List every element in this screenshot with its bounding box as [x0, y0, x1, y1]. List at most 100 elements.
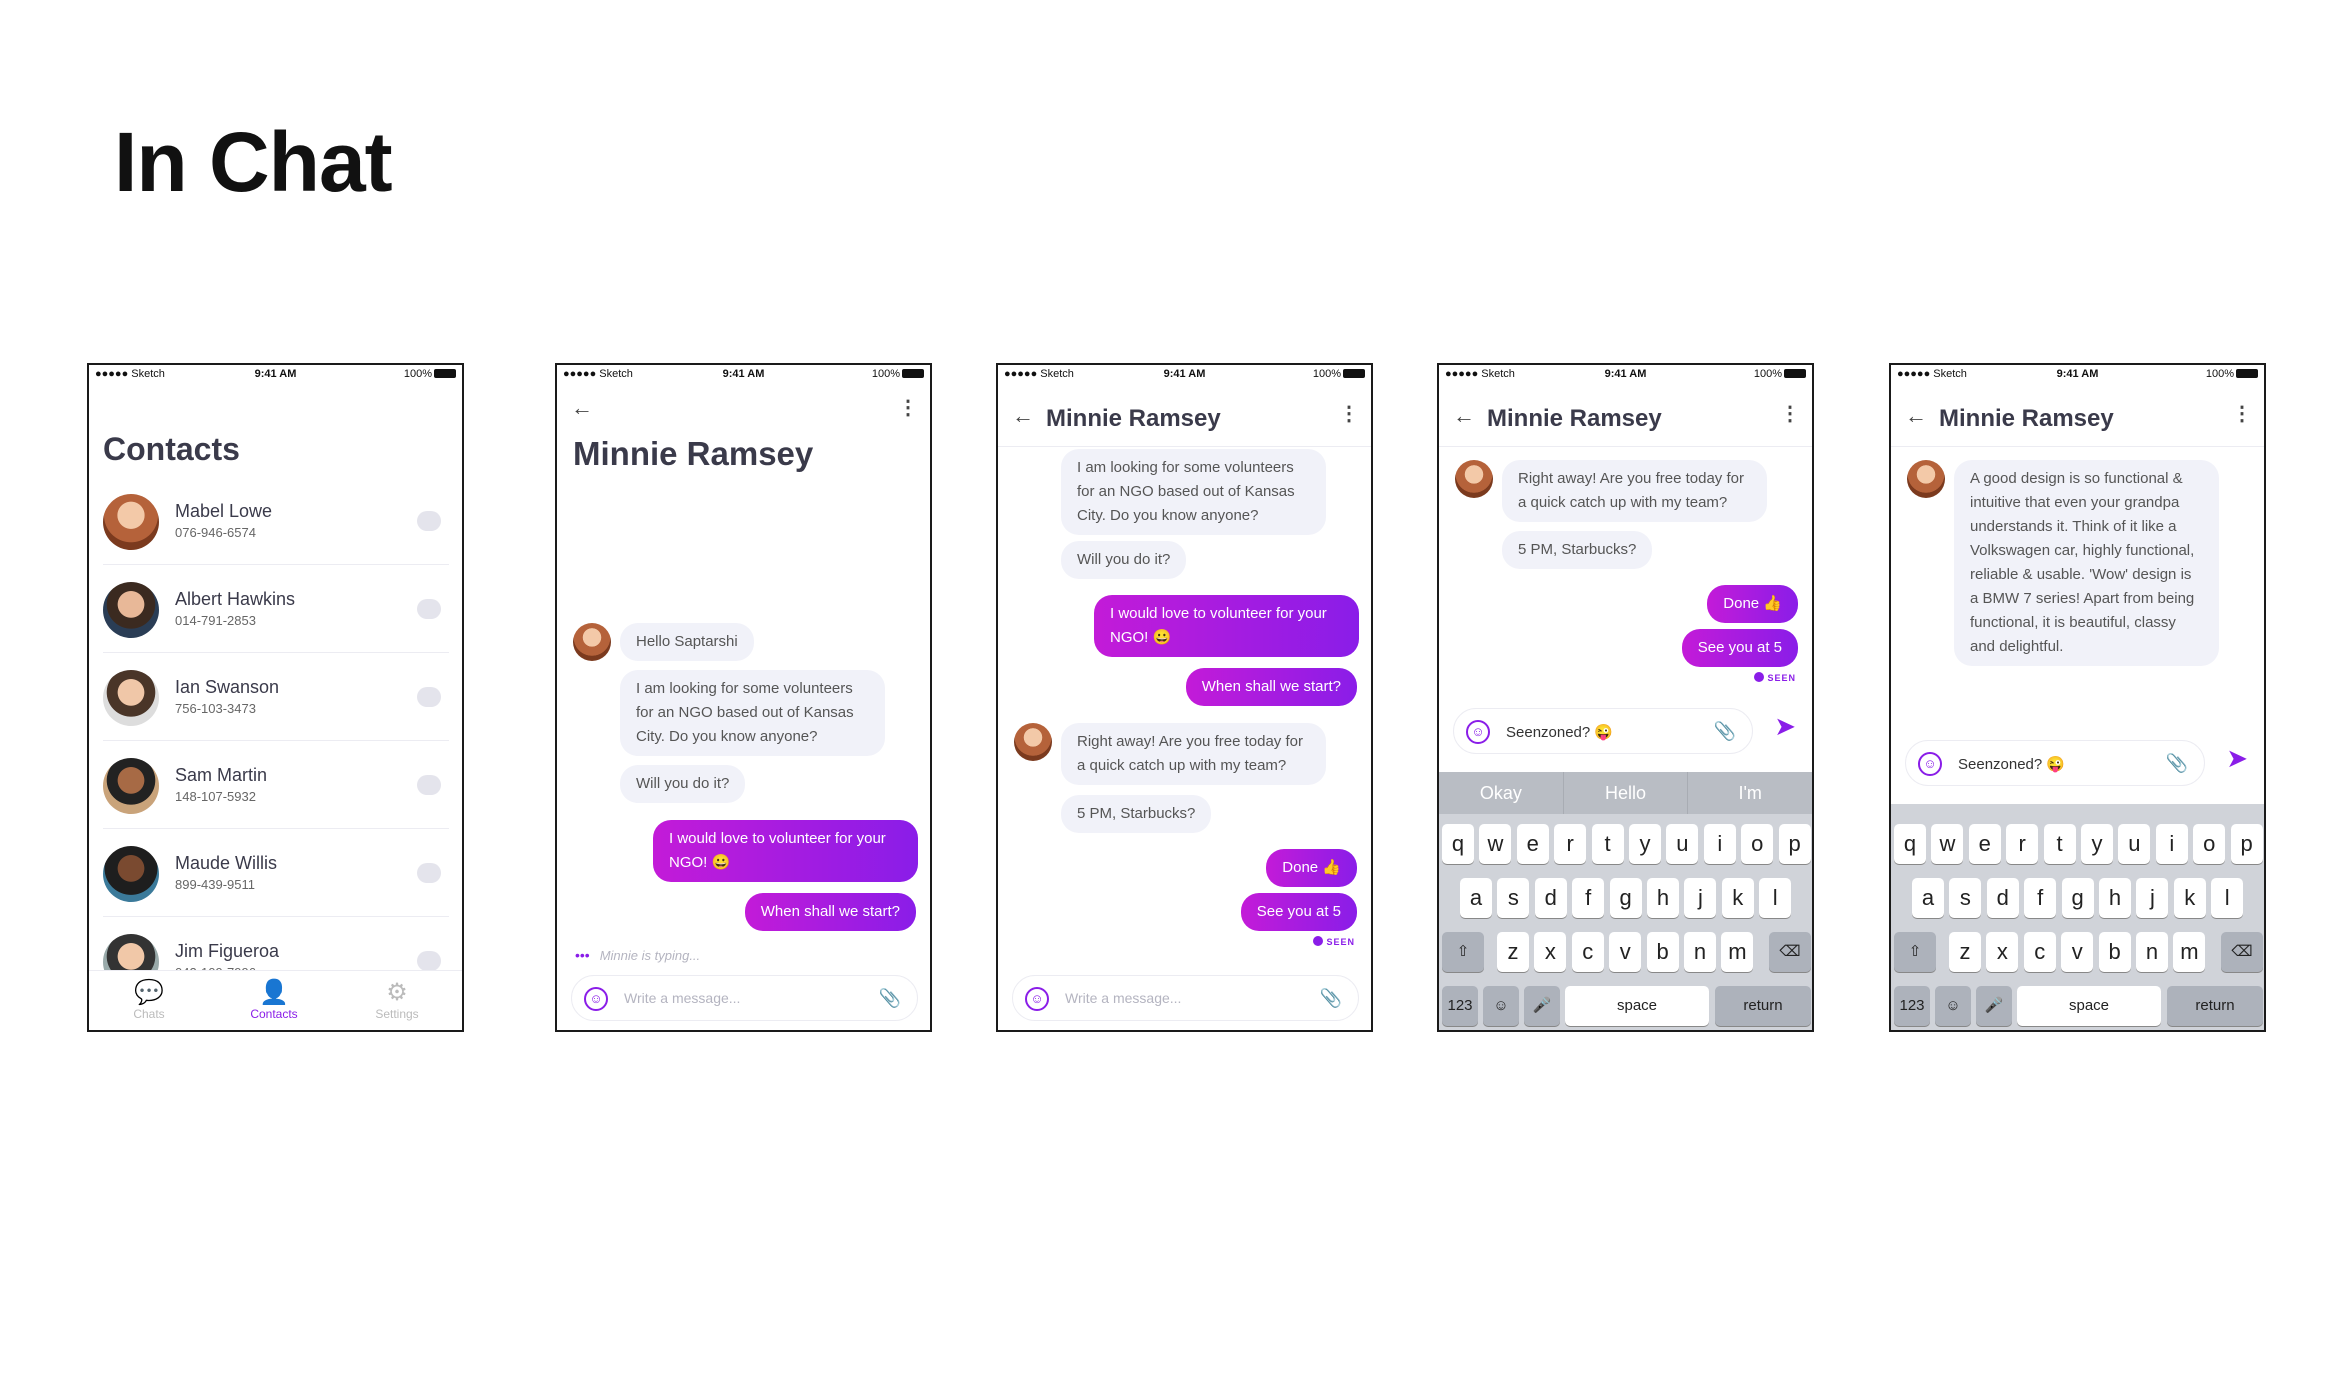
numbers-key[interactable]: 123	[1442, 986, 1478, 1026]
key-b[interactable]: b	[1646, 932, 1679, 972]
message-input[interactable]: Seenzoned? 😜	[1958, 755, 2065, 773]
more-options-icon[interactable]: ⋮	[898, 395, 918, 420]
key-r[interactable]: r	[1554, 824, 1587, 864]
emoji-key[interactable]: ☺	[1483, 986, 1519, 1026]
key-f[interactable]: f	[2024, 878, 2057, 918]
message-input[interactable]: Write a message...	[624, 990, 740, 1006]
key-s[interactable]: s	[1497, 878, 1530, 918]
space-key[interactable]: space	[1565, 986, 1709, 1026]
key-l[interactable]: l	[1759, 878, 1792, 918]
more-options-icon[interactable]: ⋮	[2232, 401, 2252, 426]
tab-contacts[interactable]: 👤 Contacts	[214, 979, 334, 1021]
back-arrow-icon[interactable]: ←	[1453, 403, 1475, 429]
return-key[interactable]: return	[1715, 986, 1811, 1026]
key-e[interactable]: e	[1516, 824, 1549, 864]
key-q[interactable]: q	[1894, 824, 1926, 864]
key-t[interactable]: t	[1591, 824, 1624, 864]
key-p[interactable]: p	[1778, 824, 1811, 864]
numbers-key[interactable]: 123	[1894, 986, 1930, 1026]
chat-bubble-icon[interactable]	[417, 863, 441, 883]
message-input[interactable]: Write a message...	[1065, 990, 1181, 1006]
microphone-key[interactable]: 🎤	[1976, 986, 2012, 1026]
message-composer[interactable]: ☺ Write a message... 📎	[1012, 975, 1359, 1021]
key-w[interactable]: w	[1479, 824, 1512, 864]
key-x[interactable]: x	[1986, 932, 2019, 972]
key-q[interactable]: q	[1442, 824, 1474, 864]
key-w[interactable]: w	[1931, 824, 1964, 864]
key-g[interactable]: g	[1609, 878, 1642, 918]
shift-key[interactable]: ⇧	[1894, 932, 1936, 972]
chat-bubble-icon[interactable]	[417, 599, 441, 619]
more-options-icon[interactable]: ⋮	[1339, 401, 1359, 426]
key-d[interactable]: d	[1986, 878, 2019, 918]
emoji-icon[interactable]: ☺	[584, 987, 608, 1011]
space-key[interactable]: space	[2017, 986, 2161, 1026]
key-m[interactable]: m	[2173, 932, 2206, 972]
emoji-key[interactable]: ☺	[1935, 986, 1971, 1026]
key-o[interactable]: o	[1741, 824, 1774, 864]
key-u[interactable]: u	[1666, 824, 1699, 864]
tab-settings[interactable]: ⚙ Settings	[337, 979, 457, 1021]
delete-key[interactable]: ⌫	[1769, 932, 1811, 972]
contact-row[interactable]: Mabel Lowe 076-946-6574	[103, 477, 449, 565]
emoji-icon[interactable]: ☺	[1025, 987, 1049, 1011]
key-b[interactable]: b	[2098, 932, 2131, 972]
key-h[interactable]: h	[2099, 878, 2131, 918]
suggestion[interactable]: Okay	[1439, 772, 1564, 814]
key-i[interactable]: i	[1703, 824, 1736, 864]
key-s[interactable]: s	[1949, 878, 1982, 918]
contact-row[interactable]: Albert Hawkins 014-791-2853	[103, 565, 449, 653]
key-g[interactable]: g	[2061, 878, 2094, 918]
message-composer[interactable]: ☺ Seenzoned? 😜 📎	[1453, 708, 1753, 754]
key-e[interactable]: e	[1968, 824, 2001, 864]
message-composer[interactable]: ☺ Write a message... 📎	[571, 975, 918, 1021]
key-z[interactable]: z	[1497, 932, 1529, 972]
key-c[interactable]: c	[1571, 932, 1604, 972]
back-arrow-icon[interactable]: ←	[1012, 403, 1034, 429]
key-n[interactable]: n	[1684, 932, 1716, 972]
contact-row[interactable]: Maude Willis 899-439-9511	[103, 829, 449, 917]
key-m[interactable]: m	[1721, 932, 1754, 972]
back-arrow-icon[interactable]: ←	[1905, 403, 1927, 429]
more-options-icon[interactable]: ⋮	[1780, 401, 1800, 426]
key-v[interactable]: v	[1609, 932, 1642, 972]
chat-bubble-icon[interactable]	[417, 687, 441, 707]
key-y[interactable]: y	[2081, 824, 2113, 864]
key-k[interactable]: k	[2173, 878, 2206, 918]
return-key[interactable]: return	[2167, 986, 2263, 1026]
attachment-icon[interactable]: 📎	[1714, 721, 1736, 742]
key-u[interactable]: u	[2118, 824, 2151, 864]
emoji-icon[interactable]: ☺	[1466, 720, 1490, 744]
message-input[interactable]: Seenzoned? 😜	[1506, 723, 1613, 741]
back-arrow-icon[interactable]: ←	[571, 395, 593, 421]
send-icon[interactable]: ➤	[1774, 711, 1796, 742]
key-c[interactable]: c	[2023, 932, 2056, 972]
key-a[interactable]: a	[1912, 878, 1944, 918]
send-icon[interactable]: ➤	[2226, 743, 2248, 774]
chat-bubble-icon[interactable]	[417, 951, 441, 971]
key-j[interactable]: j	[1684, 878, 1717, 918]
key-k[interactable]: k	[1721, 878, 1754, 918]
key-p[interactable]: p	[2230, 824, 2263, 864]
contact-row[interactable]: Ian Swanson 756-103-3473	[103, 653, 449, 741]
attachment-icon[interactable]: 📎	[2166, 753, 2188, 774]
contact-row[interactable]: Sam Martin 148-107-5932	[103, 741, 449, 829]
attachment-icon[interactable]: 📎	[1320, 988, 1342, 1009]
key-y[interactable]: y	[1629, 824, 1661, 864]
emoji-icon[interactable]: ☺	[1918, 752, 1942, 776]
attachment-icon[interactable]: 📎	[879, 988, 901, 1009]
key-l[interactable]: l	[2211, 878, 2244, 918]
shift-key[interactable]: ⇧	[1442, 932, 1484, 972]
key-d[interactable]: d	[1534, 878, 1567, 918]
key-o[interactable]: o	[2193, 824, 2226, 864]
key-f[interactable]: f	[1572, 878, 1605, 918]
key-i[interactable]: i	[2155, 824, 2188, 864]
key-t[interactable]: t	[2043, 824, 2076, 864]
suggestion[interactable]: Hello	[1564, 772, 1689, 814]
key-x[interactable]: x	[1534, 932, 1567, 972]
key-a[interactable]: a	[1460, 878, 1492, 918]
chat-bubble-icon[interactable]	[417, 775, 441, 795]
delete-key[interactable]: ⌫	[2221, 932, 2263, 972]
key-r[interactable]: r	[2006, 824, 2039, 864]
message-composer[interactable]: ☺ Seenzoned? 😜 📎	[1905, 740, 2205, 786]
